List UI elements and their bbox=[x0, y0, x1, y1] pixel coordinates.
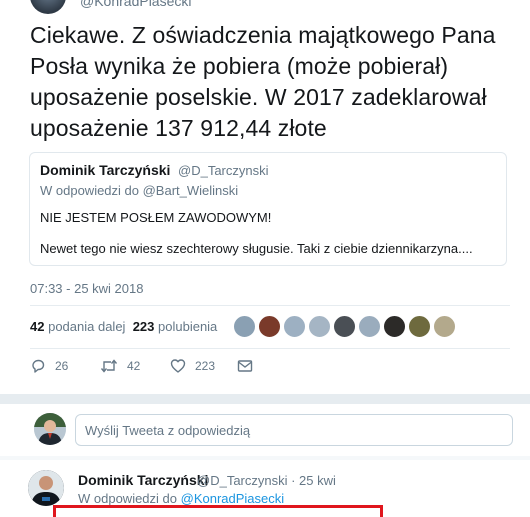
reply-input[interactable]: Wyślij Tweeta z odpowiedzią bbox=[75, 414, 513, 446]
liker-avatar[interactable] bbox=[358, 315, 381, 338]
divider bbox=[0, 456, 530, 460]
reply-button[interactable]: 26 bbox=[30, 358, 68, 374]
retweet-icon bbox=[100, 359, 118, 373]
heart-icon bbox=[170, 359, 186, 373]
reply-author-name[interactable]: Dominik Tarczyński bbox=[78, 472, 208, 488]
likes-count[interactable]: 223 bbox=[133, 319, 155, 334]
reply-context-prefix: W odpowiedzi do bbox=[78, 491, 181, 506]
reply-icon bbox=[32, 359, 45, 373]
reply-author-handle[interactable]: @D_Tarczynski · 25 kwi bbox=[197, 473, 336, 488]
liker-avatar[interactable] bbox=[433, 315, 456, 338]
quoted-text-line-2: Newet tego nie wiesz szechterowy sługusi… bbox=[40, 241, 473, 256]
divider bbox=[30, 348, 510, 349]
retweet-button[interactable]: 42 bbox=[100, 358, 140, 374]
likes-label[interactable]: polubienia bbox=[158, 319, 217, 334]
quoted-reply-context: W odpowiedzi do @Bart_Wielinski bbox=[40, 183, 239, 198]
tweet-timestamp[interactable]: 07:33 - 25 kwi 2018 bbox=[30, 281, 143, 296]
liker-avatar[interactable] bbox=[333, 315, 356, 338]
retweet-count: 42 bbox=[127, 359, 141, 373]
direct-message-button[interactable] bbox=[237, 358, 253, 374]
liker-avatar[interactable] bbox=[308, 315, 331, 338]
current-user-avatar[interactable] bbox=[34, 413, 66, 445]
section-divider bbox=[0, 394, 530, 404]
highlight-box bbox=[53, 505, 383, 517]
tweet-text: Ciekawe. Z oświadczenia majątkowego Pana… bbox=[30, 22, 496, 141]
liker-avatar[interactable] bbox=[408, 315, 431, 338]
engagement-stats: 42 podania dalej 223 polubienia bbox=[30, 319, 217, 334]
liker-avatar[interactable] bbox=[283, 315, 306, 338]
divider bbox=[30, 305, 510, 306]
author-avatar[interactable] bbox=[30, 0, 66, 14]
reply-author-photo-icon bbox=[28, 470, 64, 506]
like-count: 223 bbox=[195, 359, 216, 373]
retweets-count[interactable]: 42 bbox=[30, 319, 44, 334]
reply-context: W odpowiedzi do @KonradPiasecki bbox=[78, 491, 284, 506]
reply-author-avatar[interactable] bbox=[28, 470, 64, 506]
reply-context-link[interactable]: @KonradPiasecki bbox=[181, 491, 285, 506]
quoted-author-handle[interactable]: @D_Tarczynski bbox=[178, 163, 269, 178]
liker-avatar[interactable] bbox=[233, 315, 256, 338]
liker-avatar[interactable] bbox=[383, 315, 406, 338]
quoted-tweet[interactable]: Dominik Tarczyński @D_Tarczynski W odpow… bbox=[29, 152, 507, 266]
author-handle[interactable]: @KonradPiasecki bbox=[80, 0, 192, 9]
like-button[interactable]: 223 bbox=[170, 358, 215, 374]
liker-avatar[interactable] bbox=[258, 315, 281, 338]
retweets-label[interactable]: podania dalej bbox=[48, 319, 125, 334]
quoted-text-line-1: NIE JESTEM POSŁEM ZAWODOWYM! bbox=[40, 210, 272, 225]
quoted-author-name[interactable]: Dominik Tarczyński bbox=[40, 162, 170, 178]
envelope-icon bbox=[237, 360, 253, 372]
reply-count: 26 bbox=[55, 359, 69, 373]
user-photo-icon bbox=[34, 413, 66, 445]
